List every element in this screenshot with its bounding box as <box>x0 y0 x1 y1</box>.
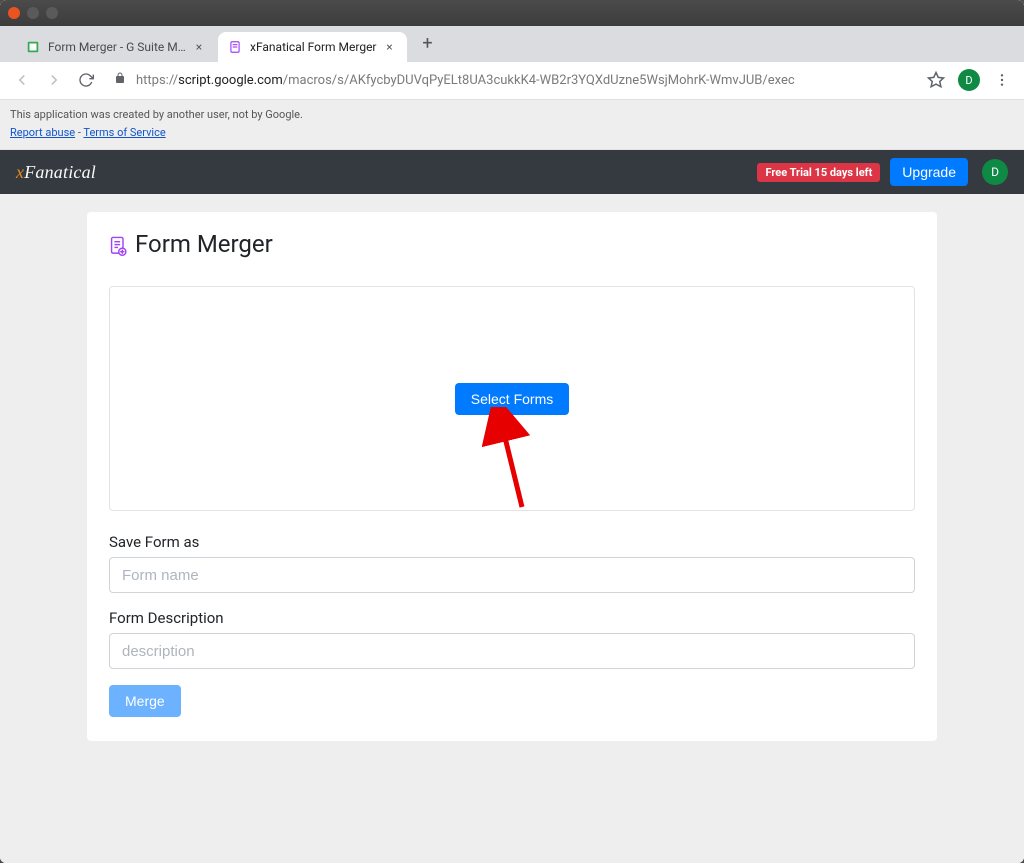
page-title: Form Merger <box>109 230 915 258</box>
nav-back-button[interactable] <box>8 66 36 94</box>
brand-rest: Fanatical <box>24 162 96 182</box>
save-form-as-label: Save Form as <box>109 533 915 551</box>
terms-of-service-link[interactable]: Terms of Service <box>83 126 165 139</box>
app-profile-avatar[interactable]: D <box>982 159 1008 185</box>
upgrade-button[interactable]: Upgrade <box>890 158 968 186</box>
window-close-button[interactable] <box>8 7 20 19</box>
window-minimize-button[interactable] <box>27 7 39 19</box>
brand-logo[interactable]: xFanatical <box>16 162 96 183</box>
tab-title: Form Merger - G Suite Marketpl… <box>48 40 186 54</box>
annotation-arrow-icon <box>482 407 542 517</box>
nav-reload-button[interactable] <box>72 66 100 94</box>
select-forms-button[interactable]: Select Forms <box>455 383 569 415</box>
url-prefix: https:// <box>136 73 178 88</box>
report-abuse-link[interactable]: Report abuse <box>10 126 75 139</box>
brand-x: x <box>16 162 24 182</box>
form-actions: Merge <box>109 685 915 717</box>
save-form-as-group: Save Form as <box>109 533 915 593</box>
browser-menu-button[interactable] <box>988 66 1016 94</box>
apps-script-disclaimer: This application was created by another … <box>0 100 1024 150</box>
url-host: script.google.com <box>178 73 283 88</box>
favicon-icon <box>26 40 40 54</box>
tab-title: xFanatical Form Merger <box>250 40 377 54</box>
address-bar[interactable]: https:// script.google.com /macros/s/AKf… <box>104 66 918 94</box>
forms-drop-area: Select Forms <box>109 286 915 511</box>
window-maximize-button[interactable] <box>46 7 58 19</box>
form-description-input[interactable] <box>109 633 915 669</box>
main-card: Form Merger Select Forms Save Form as <box>87 212 937 741</box>
browser-tab-marketplace[interactable]: Form Merger - G Suite Marketpl… × <box>16 32 216 62</box>
form-merger-icon <box>109 234 127 254</box>
new-tab-button[interactable]: + <box>415 31 441 57</box>
browser-tabstrip: Form Merger - G Suite Marketpl… × xFanat… <box>0 26 1024 62</box>
page-title-text: Form Merger <box>135 230 273 258</box>
form-name-input[interactable] <box>109 557 915 593</box>
os-titlebar <box>0 0 1024 26</box>
browser-profile-avatar[interactable]: D <box>958 69 980 91</box>
bookmark-star-button[interactable] <box>922 66 950 94</box>
disclaimer-text: This application was created by another … <box>10 106 1014 124</box>
browser-toolbar: https:// script.google.com /macros/s/AKf… <box>0 62 1024 100</box>
trial-badge: Free Trial 15 days left <box>757 163 880 182</box>
merge-button[interactable]: Merge <box>109 685 181 717</box>
tab-close-icon[interactable]: × <box>383 40 397 54</box>
browser-tab-formmerger[interactable]: xFanatical Form Merger × <box>218 32 407 62</box>
nav-forward-button[interactable] <box>40 66 68 94</box>
lock-icon <box>114 72 126 88</box>
favicon-icon <box>228 40 242 54</box>
app-header: xFanatical Free Trial 15 days left Upgra… <box>0 150 1024 194</box>
url-path: /macros/s/AKfycbyDUVqPyELt8UA3cukkK4-WB2… <box>283 73 795 88</box>
page-body: Form Merger Select Forms Save Form as <box>0 194 1024 863</box>
tab-close-icon[interactable]: × <box>192 40 206 54</box>
form-description-label: Form Description <box>109 609 915 627</box>
form-description-group: Form Description <box>109 609 915 669</box>
